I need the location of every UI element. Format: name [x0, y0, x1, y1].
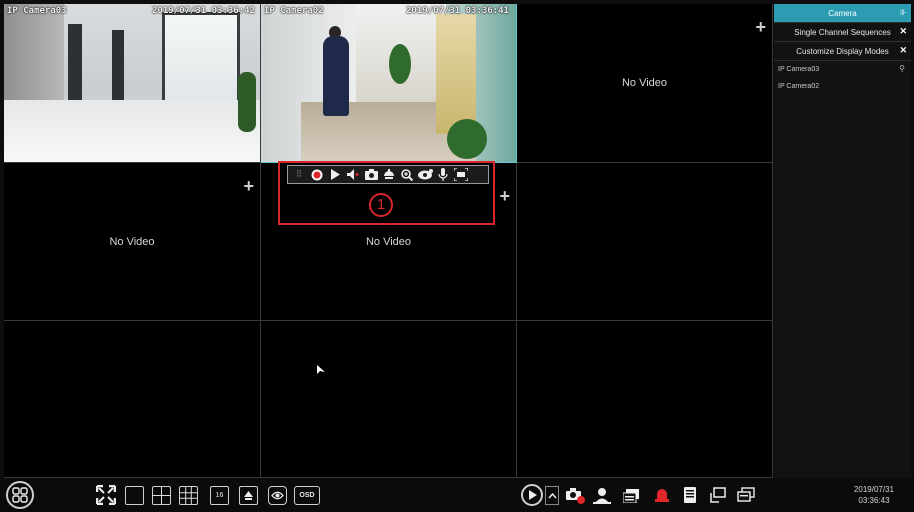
osd-camera-name: IP Camera03: [7, 6, 67, 16]
manual-alarm-icon[interactable]: [563, 484, 587, 506]
fullscreen-icon[interactable]: [96, 485, 116, 505]
layout-custom-icon[interactable]: [239, 486, 258, 505]
clock-time: 03:36:43: [858, 496, 890, 505]
right-sidebar: Camera ⊪ Single Channel Sequences ✕ Cust…: [774, 4, 911, 478]
alarm-status-icon[interactable]: [651, 484, 673, 506]
mouse-cursor-icon: [317, 365, 325, 374]
tab-single-channel-sequences[interactable]: Single Channel Sequences ✕: [774, 23, 911, 42]
disk-icon[interactable]: [680, 484, 700, 506]
expand-icon[interactable]: [545, 486, 559, 505]
info-icon[interactable]: [735, 484, 757, 506]
record-icon[interactable]: [309, 167, 325, 182]
add-camera-button[interactable]: +: [499, 187, 510, 205]
close-icon[interactable]: ✕: [899, 26, 907, 37]
close-icon[interactable]: ✕: [899, 45, 907, 56]
ptz-icon[interactable]: [381, 167, 397, 182]
video-grid: IP Camera03 2019/07/31 03:36:42 IP Camer…: [4, 4, 773, 478]
clock-date: 2019/07/31: [853, 485, 894, 494]
camera-list-item[interactable]: IP Camera03 ⚲: [774, 61, 911, 78]
layout-4-icon[interactable]: [152, 486, 171, 505]
snapshot-icon[interactable]: [363, 167, 379, 182]
panel-pin-icon[interactable]: ⊪: [900, 8, 907, 17]
person-icon: ⚲: [899, 64, 905, 73]
add-camera-button[interactable]: +: [243, 177, 254, 195]
start-menu-icon[interactable]: [6, 481, 34, 509]
channel-cell-2[interactable]: IP Camera02 2019/07/31 03:36:41: [261, 4, 517, 163]
no-video-label: No Video: [109, 235, 155, 248]
channel-cell-4[interactable]: + No Video: [4, 163, 261, 321]
ai-icon[interactable]: [453, 167, 469, 182]
annotation-number-badge: 1: [369, 193, 393, 217]
osd-timestamp: 2019/07/31 03:36:42: [152, 6, 255, 16]
channel-cell-1[interactable]: IP Camera03 2019/07/31 03:36:42: [4, 4, 261, 163]
tab-label: Single Channel Sequences: [794, 27, 891, 37]
tab-label: Customize Display Modes: [796, 46, 889, 56]
talk-icon[interactable]: [435, 167, 451, 182]
layout-16-icon[interactable]: 16: [210, 486, 229, 505]
osd-label: OSD: [299, 492, 315, 499]
smart-search-icon[interactable]: [591, 484, 613, 506]
channel-cell-6[interactable]: [517, 163, 773, 321]
osd-camera-name: IP Camera02: [264, 6, 324, 16]
layout-16-label: 16: [215, 492, 224, 499]
no-video-label: No Video: [621, 77, 668, 89]
layout-9-icon[interactable]: [179, 486, 198, 505]
channel-cell-3[interactable]: + No Video: [517, 4, 773, 163]
network-icon[interactable]: [707, 484, 729, 506]
camera-list-item[interactable]: IP Camera02: [774, 78, 911, 95]
zoom-icon[interactable]: [399, 167, 415, 182]
camera-name: IP Camera02: [778, 83, 820, 90]
sequence-icon[interactable]: [268, 486, 287, 505]
camera-feed-image: [4, 4, 260, 162]
camera-name: IP Camera03: [778, 66, 820, 73]
audio-icon[interactable]: [345, 167, 361, 182]
tab-customize-display-modes[interactable]: Customize Display Modes ✕: [774, 42, 911, 61]
channel-cell-8[interactable]: [261, 321, 517, 478]
record-status-icon[interactable]: [621, 484, 643, 506]
add-camera-button[interactable]: +: [755, 18, 766, 36]
playback-icon[interactable]: [521, 484, 543, 506]
no-video-label: No Video: [365, 235, 412, 248]
layout-1-icon[interactable]: [125, 486, 144, 505]
camera-feed-image: [261, 4, 516, 162]
image-settings-icon[interactable]: [417, 167, 433, 182]
camera-toolbar: ⠿: [287, 165, 489, 184]
channel-cell-9[interactable]: [517, 321, 773, 478]
channel-cell-7[interactable]: [4, 321, 261, 478]
drag-handle-icon[interactable]: ⠿: [291, 167, 307, 182]
tab-label: Camera: [828, 8, 857, 18]
osd-timestamp: 2019/07/31 03:36:41: [406, 6, 509, 16]
osd-button[interactable]: OSD: [294, 486, 320, 505]
playback-icon[interactable]: [327, 167, 343, 182]
bottom-taskbar: 16 OSD 2019/07/31 03:36:43: [0, 478, 914, 512]
system-clock: 2019/07/31 03:36:43: [854, 484, 894, 506]
tab-camera[interactable]: Camera ⊪: [774, 4, 911, 23]
